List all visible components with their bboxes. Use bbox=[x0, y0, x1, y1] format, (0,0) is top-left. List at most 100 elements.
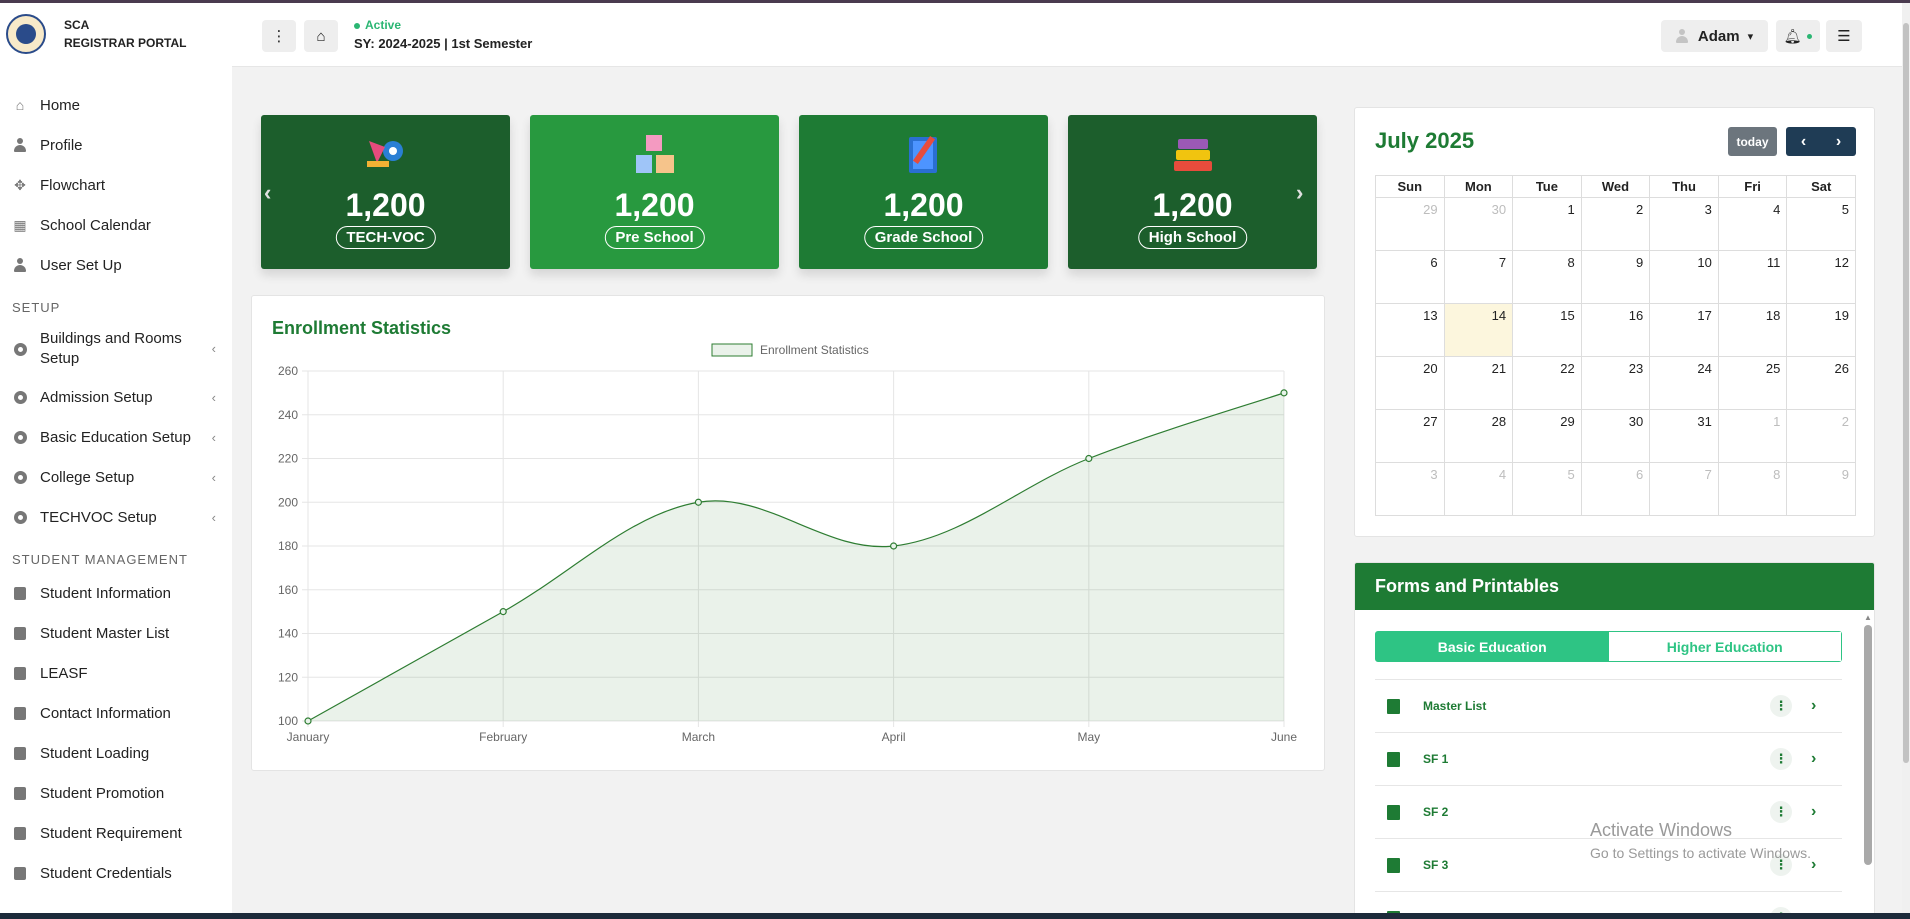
calendar-day[interactable]: 18 bbox=[1717, 303, 1788, 357]
calendar-day[interactable]: 22 bbox=[1512, 356, 1582, 410]
home-button[interactable]: ⌂ bbox=[304, 20, 338, 52]
calendar-day[interactable]: 8 bbox=[1717, 462, 1788, 516]
form-item-options-button[interactable]: ⋮ bbox=[1770, 748, 1792, 770]
calendar-day[interactable]: 10 bbox=[1649, 250, 1719, 304]
page-scrollbar[interactable] bbox=[1902, 3, 1910, 913]
calendar-day[interactable]: 20 bbox=[1375, 356, 1445, 410]
prev-month-button[interactable]: ‹ bbox=[1786, 127, 1821, 156]
chevron-left-icon: ‹ bbox=[1800, 132, 1807, 150]
calendar-day[interactable]: 21 bbox=[1443, 356, 1514, 410]
gear-icon bbox=[12, 341, 28, 357]
calendar-day[interactable]: 1 bbox=[1717, 409, 1788, 463]
menu-toggle-button[interactable]: ⋮ bbox=[262, 20, 296, 52]
calendar-day[interactable]: 5 bbox=[1786, 197, 1856, 251]
chevron-right-icon[interactable]: › bbox=[1811, 697, 1816, 715]
calendar-day[interactable]: 7 bbox=[1443, 250, 1514, 304]
stat-card-techvoc[interactable]: 1,200 TECH-VOC bbox=[261, 115, 510, 269]
sidebar-item-student-information[interactable]: Student Information bbox=[0, 573, 232, 613]
chevron-right-icon[interactable]: › bbox=[1811, 803, 1816, 821]
user-menu-button[interactable]: Adam ▾ bbox=[1661, 20, 1768, 52]
sidebar-item-buildings-rooms[interactable]: Buildings and Rooms Setup ‹ bbox=[0, 321, 232, 377]
sidebar-item-basic-education-setup[interactable]: Basic Education Setup ‹ bbox=[0, 417, 232, 457]
form-item-row[interactable]: Master List ⋮ › bbox=[1375, 679, 1842, 732]
sidebar-item-admission-setup[interactable]: Admission Setup ‹ bbox=[0, 377, 232, 417]
calendar-day[interactable]: 30 bbox=[1580, 409, 1651, 463]
brand[interactable]: SCA REGISTRAR PORTAL bbox=[0, 3, 232, 65]
list-menu-button[interactable]: ☰ bbox=[1826, 20, 1862, 52]
techvoc-icon bbox=[366, 141, 403, 167]
form-item-options-button[interactable]: ⋮ bbox=[1770, 695, 1792, 717]
sidebar-item-label: Admission Setup bbox=[40, 388, 153, 406]
calendar-day[interactable]: 12 bbox=[1786, 250, 1856, 304]
calendar-day[interactable]: 8 bbox=[1512, 250, 1582, 304]
sidebar-item-user-setup[interactable]: User Set Up bbox=[0, 245, 232, 285]
calendar-day[interactable]: 29 bbox=[1375, 197, 1445, 251]
stat-card-high-school[interactable]: 1,200 High School bbox=[1068, 115, 1317, 269]
calendar-day[interactable]: 25 bbox=[1717, 356, 1788, 410]
sidebar-item-flowchart[interactable]: ✥ Flowchart bbox=[0, 165, 232, 205]
sidebar-item-contact-information[interactable]: Contact Information bbox=[0, 693, 232, 733]
sidebar-item-student-credentials[interactable]: Student Credentials bbox=[0, 853, 232, 893]
calendar-day[interactable]: 7 bbox=[1649, 462, 1719, 516]
calendar-day[interactable]: 6 bbox=[1580, 462, 1651, 516]
calendar-day[interactable]: 2 bbox=[1786, 409, 1856, 463]
tab-basic-education[interactable]: Basic Education bbox=[1376, 632, 1609, 661]
calendar-day[interactable]: 9 bbox=[1580, 250, 1651, 304]
calendar-day[interactable]: 2 bbox=[1580, 197, 1651, 251]
form-item-name: Master List bbox=[1423, 699, 1487, 713]
carousel-prev-button[interactable]: ‹ bbox=[264, 180, 271, 206]
book-icon bbox=[12, 625, 28, 641]
calendar-day[interactable]: 29 bbox=[1512, 409, 1582, 463]
calendar-day[interactable]: 17 bbox=[1649, 303, 1719, 357]
calendar-day[interactable]: 1 bbox=[1512, 197, 1582, 251]
sidebar-item-techvoc-setup[interactable]: TECHVOC Setup ‹ bbox=[0, 497, 232, 537]
calendar-day[interactable]: 13 bbox=[1375, 303, 1445, 357]
calendar-day[interactable]: 24 bbox=[1649, 356, 1719, 410]
chevron-right-icon[interactable]: › bbox=[1811, 856, 1816, 874]
forms-scrollbar[interactable]: ▲ bbox=[1864, 613, 1872, 913]
stat-card-grade-school[interactable]: 1,200 Grade School bbox=[799, 115, 1048, 269]
calendar-day[interactable]: 28 bbox=[1443, 409, 1514, 463]
sidebar-item-profile[interactable]: Profile bbox=[0, 125, 232, 165]
calendar-day[interactable]: 3 bbox=[1649, 197, 1719, 251]
calendar-day[interactable]: 19 bbox=[1786, 303, 1856, 357]
calendar-day[interactable]: 26 bbox=[1786, 356, 1856, 410]
sidebar-item-label: Home bbox=[40, 96, 81, 114]
sidebar-item-student-promotion[interactable]: Student Promotion bbox=[0, 773, 232, 813]
calendar-grid: Sun Mon Tue Wed Thu Fri Sat 29 30 1 2 3 4 5 6 7 8 9 10 11 1… bbox=[1375, 175, 1856, 516]
calendar-day[interactable]: 4 bbox=[1717, 197, 1788, 251]
sidebar-item-label: TECHVOC Setup bbox=[40, 508, 157, 526]
bell-icon: 🔔︎ bbox=[1783, 27, 1802, 44]
calendar-day[interactable]: 30 bbox=[1443, 197, 1514, 251]
sidebar-item-student-loading[interactable]: Student Loading bbox=[0, 733, 232, 773]
x-tick-label: March bbox=[682, 730, 715, 744]
stat-card-preschool[interactable]: 1,200 Pre School bbox=[530, 115, 779, 269]
sidebar-item-leasf[interactable]: LEASF bbox=[0, 653, 232, 693]
calendar-day[interactable]: 6 bbox=[1375, 250, 1445, 304]
notifications-button[interactable]: 🔔︎ bbox=[1776, 20, 1820, 52]
calendar-day-today[interactable]: 14 bbox=[1443, 303, 1514, 357]
tab-higher-education[interactable]: Higher Education bbox=[1608, 632, 1841, 661]
chevron-right-icon[interactable]: › bbox=[1811, 750, 1816, 768]
school-logo bbox=[6, 14, 46, 54]
calendar-day[interactable]: 16 bbox=[1580, 303, 1651, 357]
sidebar-item-student-master-list[interactable]: Student Master List bbox=[0, 613, 232, 653]
calendar-day[interactable]: 9 bbox=[1786, 462, 1856, 516]
calendar-day[interactable]: 4 bbox=[1443, 462, 1514, 516]
calendar-day[interactable]: 15 bbox=[1512, 303, 1582, 357]
calendar-day[interactable]: 31 bbox=[1649, 409, 1719, 463]
form-item-row[interactable]: SF 1 ⋮ › bbox=[1375, 732, 1842, 785]
calendar-day[interactable]: 5 bbox=[1512, 462, 1582, 516]
sidebar-item-school-calendar[interactable]: ▦ School Calendar bbox=[0, 205, 232, 245]
sidebar-item-college-setup[interactable]: College Setup ‹ bbox=[0, 457, 232, 497]
next-month-button[interactable]: › bbox=[1821, 127, 1856, 156]
calendar-day[interactable]: 23 bbox=[1580, 356, 1651, 410]
sidebar-item-home[interactable]: ⌂ Home bbox=[0, 85, 232, 125]
calendar-day[interactable]: 3 bbox=[1375, 462, 1445, 516]
carousel-next-button[interactable]: › bbox=[1296, 180, 1303, 206]
calendar-day[interactable]: 27 bbox=[1375, 409, 1445, 463]
gear-icon bbox=[12, 509, 28, 525]
today-button[interactable]: today bbox=[1728, 127, 1777, 156]
sidebar-item-student-requirement[interactable]: Student Requirement bbox=[0, 813, 232, 853]
calendar-day[interactable]: 11 bbox=[1717, 250, 1788, 304]
